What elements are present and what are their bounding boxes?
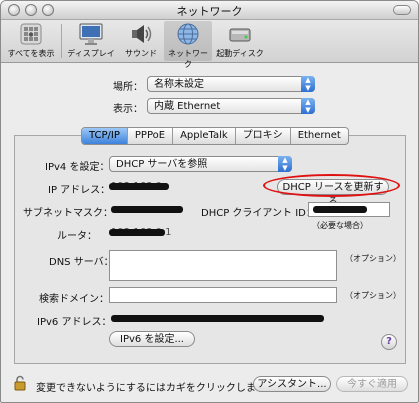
ip-address-label: IP アドレス：	[48, 185, 111, 196]
tab-appletalk[interactable]: AppleTalk	[173, 128, 236, 144]
popup-arrows-icon: ▲ ▼	[278, 156, 292, 172]
search-domains-label: 検索ドメイン：	[39, 294, 109, 305]
configure-ipv6-button[interactable]: IPv6 を設定...	[109, 331, 195, 347]
speaker-icon	[132, 25, 152, 43]
toolbar-separator	[61, 24, 62, 58]
window-title: ネットワーク	[176, 5, 243, 18]
apply-now-button[interactable]: 今すぐ適用	[336, 376, 408, 392]
show-label: 表示：	[113, 104, 143, 115]
toolbar-item-display[interactable]: ディスプレイ	[67, 22, 115, 59]
toolbar-item-label: ディスプレイ	[67, 49, 115, 58]
title-bar: ネットワーク	[1, 1, 418, 20]
dhcp-client-id-redaction	[313, 206, 367, 213]
subnet-mask-label: サブネットマスク：	[23, 208, 113, 219]
toolbar-item-sound[interactable]: サウンド	[119, 22, 163, 59]
assistant-button[interactable]: アシスタント...	[253, 376, 331, 392]
dns-server-label: DNS サーバ：	[49, 257, 114, 268]
show-popup[interactable]: 内蔵 Ethernet ▲ ▼	[147, 98, 315, 114]
search-optional-hint: （オプション）	[345, 291, 401, 300]
apple-grid-icon	[20, 23, 42, 45]
toolbar-item-label: 起動ディスク	[216, 49, 264, 58]
highlight-annotation-oval	[263, 174, 400, 197]
dns-server-field[interactable]	[109, 250, 337, 281]
tab-ethernet[interactable]: Ethernet	[291, 128, 348, 144]
network-preferences-window: ネットワーク すべてを表示 ディスプレイ サウンド ネットワーク 起動ディスク …	[0, 0, 419, 403]
help-button[interactable]: ?	[381, 334, 397, 350]
location-label: 場所：	[113, 82, 143, 93]
show-value: 内蔵 Ethernet	[154, 101, 221, 112]
tab-proxy[interactable]: プロキシ	[236, 128, 291, 144]
lock-icon[interactable]	[13, 375, 27, 391]
toolbar-item-label: ネットワーク	[168, 49, 208, 69]
toolbar-item-show-all[interactable]: すべてを表示	[3, 22, 59, 59]
ipv6-address-label: IPv6 アドレス：	[37, 317, 112, 328]
ip-address-redaction	[109, 183, 169, 190]
network-globe-icon	[177, 23, 199, 45]
tab-tcpip[interactable]: TCP/IP	[82, 128, 128, 144]
display-icon	[79, 23, 103, 45]
configure-ipv4-label: IPv4 を設定：	[45, 162, 110, 173]
location-value: 名称未設定	[154, 79, 204, 90]
router-redaction	[109, 229, 165, 236]
configure-ipv4-popup[interactable]: DHCP サーバを参照 ▲ ▼	[109, 156, 292, 172]
startup-disk-icon	[229, 28, 251, 42]
lock-instruction-text: 変更できないようにするにはカギをクリックします。	[36, 383, 275, 394]
subnet-mask-redaction	[111, 206, 183, 213]
popup-arrows-icon: ▲ ▼	[301, 76, 315, 92]
configure-ipv4-value: DHCP サーバを参照	[116, 159, 208, 170]
toolbar-item-label: すべてを表示	[7, 49, 55, 58]
toolbar-item-label: サウンド	[125, 49, 157, 58]
router-label: ルータ：	[57, 231, 97, 242]
toolbar-item-network[interactable]: ネットワーク	[165, 22, 211, 70]
tab-pppoe[interactable]: PPPoE	[128, 128, 174, 144]
popup-arrows-icon: ▲ ▼	[301, 98, 315, 114]
tab-bar: TCP/IP PPPoE AppleTalk プロキシ Ethernet	[81, 127, 349, 145]
dhcp-client-id-label: DHCP クライアント ID：	[201, 208, 316, 219]
toolbar: すべてを表示 ディスプレイ サウンド ネットワーク 起動ディスク	[1, 20, 418, 69]
toolbar-toggle-button[interactable]	[393, 5, 411, 15]
dhcp-client-id-hint: （必要な場合）	[312, 221, 368, 230]
toolbar-item-startup-disk[interactable]: 起動ディスク	[215, 22, 265, 59]
search-domains-field[interactable]	[109, 287, 337, 303]
location-popup[interactable]: 名称未設定 ▲ ▼	[147, 76, 315, 92]
dns-optional-hint: （オプション）	[345, 254, 401, 263]
ipv6-address-redaction	[111, 315, 324, 322]
